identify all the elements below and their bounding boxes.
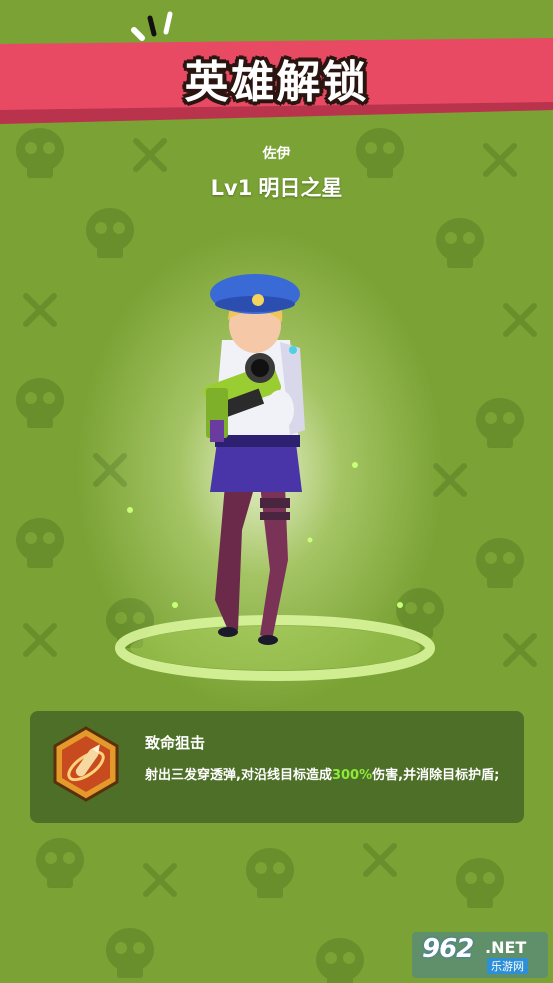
hero-character (115, 274, 435, 681)
burst-lines-icon (131, 11, 173, 41)
watermark-site: 乐游网 (487, 958, 528, 974)
banner-title: 英雄解锁 (184, 57, 369, 108)
watermark-net: .NET (485, 938, 527, 957)
skill-name: 致命狙击 (145, 734, 206, 752)
watermark-number: 962 (422, 934, 474, 964)
skill-damage-value: 300% (331, 768, 373, 783)
hero-level-title: Lv1 明日之星 (0, 172, 553, 202)
skill-desc-text-end: 伤害,并消除目标护盾; (372, 768, 500, 783)
hero-name: 佐伊 (262, 146, 291, 162)
skill-description: 射出三发穿透弹,对沿线目标造成300%伤害,并消除目标护盾; (145, 766, 505, 786)
hero-level: Lv1 (210, 176, 253, 200)
sniper-bullet-icon (53, 726, 119, 802)
hero-title: 明日之星 (258, 176, 343, 200)
skill-desc-text: 射出三发穿透弹,对沿线目标造成 (145, 768, 332, 783)
